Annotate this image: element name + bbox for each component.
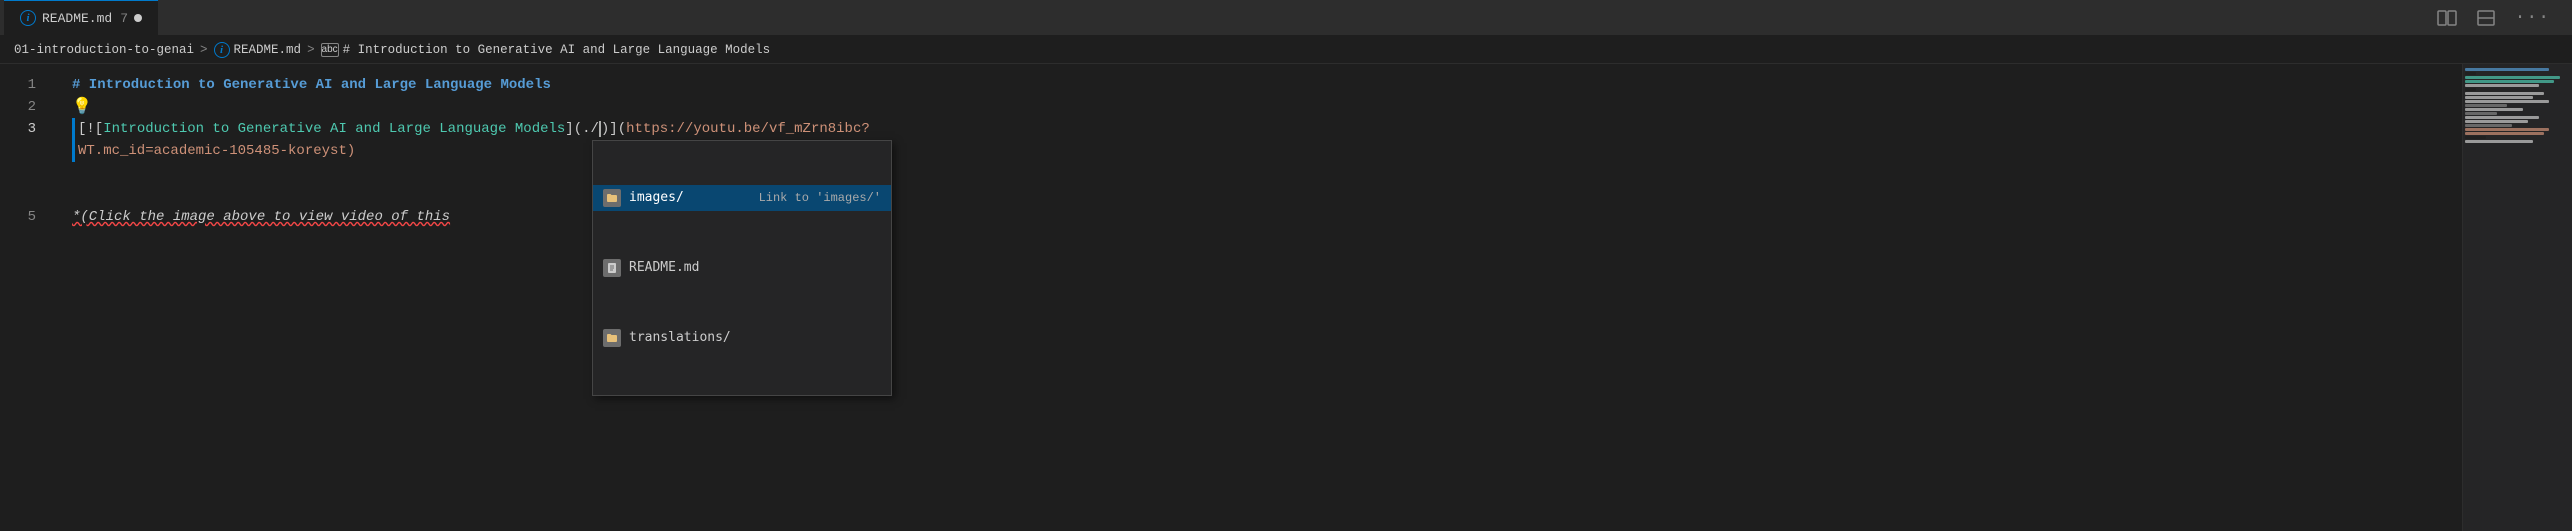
code-line-3: [![Introduction to Generative AI and Lar…	[72, 118, 2462, 162]
code-content[interactable]: # Introduction to Generative AI and Larg…	[52, 64, 2462, 531]
breadcrumb-file-name: README.md	[234, 43, 302, 57]
minimap-line-19	[2465, 140, 2533, 143]
line-num-3: 3	[0, 118, 52, 140]
line-num-5: 5	[0, 206, 52, 228]
minimap-line-13	[2465, 116, 2539, 119]
code-area: 1 2 3 5 # Introduction to Generative AI …	[0, 64, 2462, 531]
minimap-content	[2463, 64, 2572, 148]
link-prefix: [![	[78, 118, 103, 140]
breadcrumb-section[interactable]: abc # Introduction to Generative AI and …	[321, 43, 771, 57]
breadcrumb-sep-2: >	[307, 43, 315, 57]
link-url-cont: WT.mc_id=academic-105485-koreyst)	[78, 140, 355, 162]
file-icon-readme	[603, 259, 621, 277]
minimap-line-11	[2465, 108, 2523, 111]
line-num-1: 1	[0, 74, 52, 96]
tab-toolbar: ···	[2431, 6, 2568, 30]
italic-text: *(Click the image above to view video of…	[72, 206, 450, 228]
editor-main: 1 2 3 5 # Introduction to Generative AI …	[0, 64, 2462, 531]
folder-icon-images	[603, 189, 621, 207]
tab-readme[interactable]: i README.md 7	[4, 0, 158, 35]
minimap-line-2	[2465, 72, 2476, 75]
breadcrumb-folder-name: 01-introduction-to-genai	[14, 43, 194, 57]
tab-unsaved-count: 7	[120, 11, 128, 26]
breadcrumb-sep-1: >	[200, 43, 208, 57]
lightbulb-icon: 💡	[72, 96, 92, 118]
autocomplete-label-translations: translations/	[629, 327, 873, 349]
line-num-4	[0, 140, 52, 184]
autocomplete-item-readme[interactable]: README.md	[593, 255, 891, 281]
tab-bar: i README.md 7 ···	[0, 0, 2572, 36]
link-close-bracket: )](	[601, 118, 626, 140]
minimap-line-3	[2465, 76, 2560, 79]
breadcrumb-section-name: # Introduction to Generative AI and Larg…	[343, 43, 771, 57]
breadcrumb: 01-introduction-to-genai > i README.md >…	[0, 36, 2572, 64]
minimap-line-16	[2465, 128, 2549, 131]
more-actions-button[interactable]: ···	[2509, 6, 2556, 30]
line-numbers: 1 2 3 5	[0, 64, 52, 531]
minimap-line-9	[2465, 100, 2549, 103]
minimap-line-18	[2465, 136, 2486, 139]
minimap-line-15	[2465, 124, 2512, 127]
link-alt-text: Introduction to Generative AI and Large …	[103, 118, 565, 140]
minimap-line-17	[2465, 132, 2544, 135]
breadcrumb-folder[interactable]: 01-introduction-to-genai	[14, 43, 194, 57]
autocomplete-label-images: images/	[629, 187, 751, 209]
minimap-line-7	[2465, 92, 2544, 95]
minimap-line-12	[2465, 112, 2497, 115]
minimap-line-10	[2465, 104, 2507, 107]
minimap-line-6	[2465, 88, 2476, 91]
minimap-line-1	[2465, 68, 2549, 71]
minimap	[2462, 64, 2572, 531]
autocomplete-detail-images: Link to 'images/'	[759, 187, 881, 209]
autocomplete-dropdown[interactable]: images/ Link to 'images/'	[592, 140, 892, 396]
breadcrumb-section-icon: abc	[321, 43, 339, 57]
git-change-bar	[72, 118, 75, 162]
minimap-line-14	[2465, 120, 2528, 123]
autocomplete-item-translations[interactable]: translations/	[593, 325, 891, 351]
breadcrumb-file-icon: i	[214, 42, 230, 58]
link-middle: ](./	[565, 118, 599, 140]
tab-filename: README.md	[42, 11, 112, 26]
tab-list: i README.md 7	[4, 0, 158, 35]
line-num-2: 2	[0, 96, 52, 118]
tab-modified-dot	[134, 14, 142, 22]
split-editor-button[interactable]	[2431, 8, 2463, 28]
minimap-line-4	[2465, 80, 2554, 83]
folder-icon-translations	[603, 329, 621, 347]
link-url: https://youtu.be/vf_mZrn8ibc?	[626, 118, 870, 140]
minimap-line-8	[2465, 96, 2533, 99]
breadcrumb-file[interactable]: i README.md	[214, 42, 302, 58]
autocomplete-item-images[interactable]: images/ Link to 'images/'	[593, 185, 891, 211]
code-line-4	[72, 162, 2462, 184]
minimap-line-5	[2465, 84, 2539, 87]
tab-file-icon: i	[20, 10, 36, 26]
code-line-5: *(Click the image above to view video of…	[72, 206, 2462, 228]
code-line-1: # Introduction to Generative AI and Larg…	[72, 74, 2462, 96]
editor-container: 1 2 3 5 # Introduction to Generative AI …	[0, 64, 2572, 531]
code-line-2: 💡	[72, 96, 2462, 118]
autocomplete-label-readme: README.md	[629, 257, 873, 279]
heading-text: # Introduction to Generative AI and Larg…	[72, 74, 551, 96]
layout-button[interactable]	[2471, 8, 2501, 28]
